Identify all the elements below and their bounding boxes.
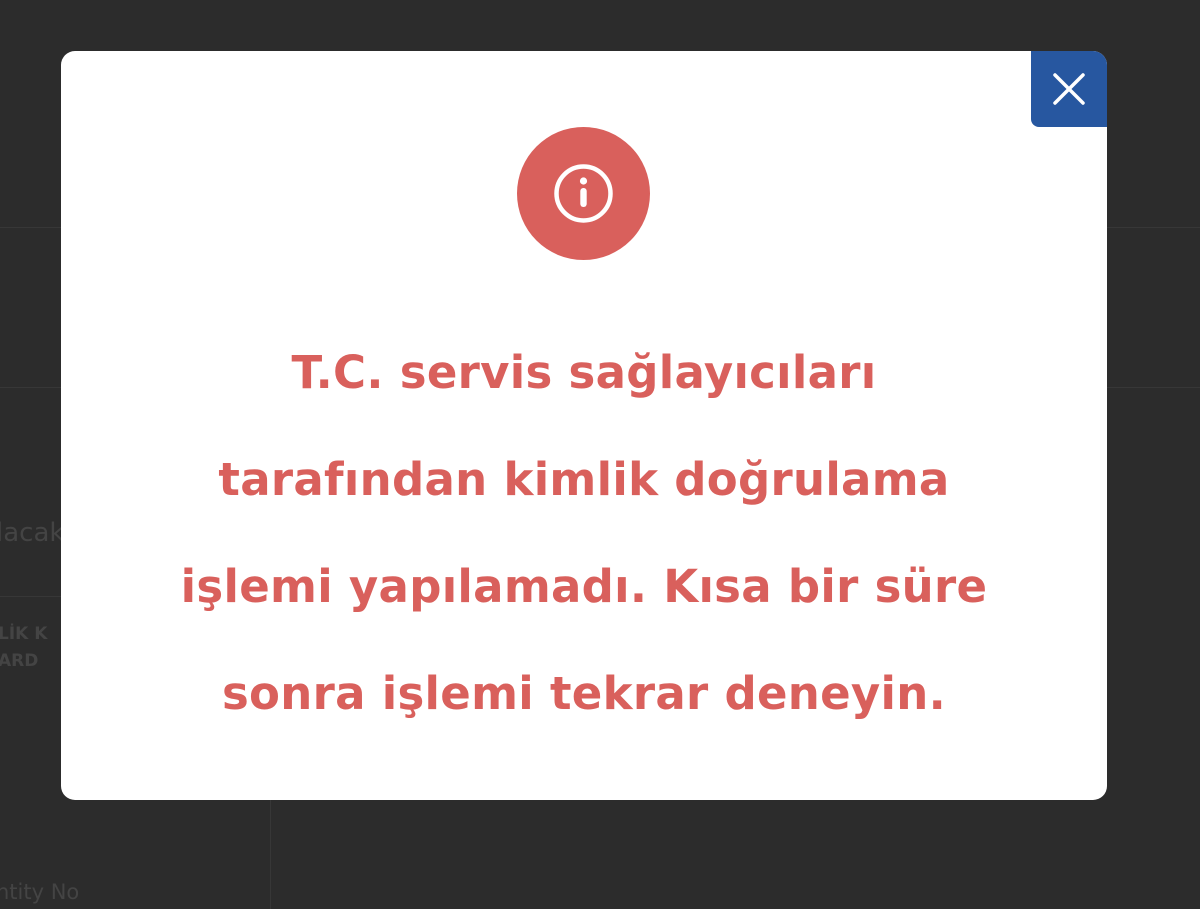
close-icon xyxy=(1053,73,1085,105)
error-message-line: işlemi yapılamadı. Kısa bir süre xyxy=(180,560,988,613)
error-message-line: tarafından kimlik doğrulama xyxy=(218,453,950,506)
close-button[interactable] xyxy=(1031,51,1107,127)
info-circle-icon xyxy=(554,164,613,223)
error-dialog: T.C. servis sağlayıcıları tarafından kim… xyxy=(61,51,1107,800)
info-badge xyxy=(517,127,650,260)
error-message: T.C. servis sağlayıcıları tarafından kim… xyxy=(121,319,1047,747)
error-message-line: sonra işlemi tekrar deneyin. xyxy=(221,667,947,720)
error-message-line: T.C. servis sağlayıcıları xyxy=(291,346,877,399)
